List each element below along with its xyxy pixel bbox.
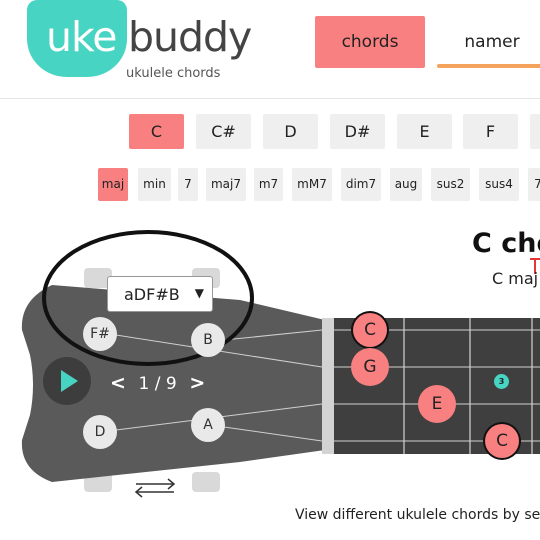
tuning-peg: [192, 472, 220, 492]
fret-note-fret3: C: [485, 424, 519, 458]
voicing-next-button[interactable]: >: [189, 372, 205, 394]
ukulele-diagram: [21, 230, 540, 492]
fret-note-fret2: E: [418, 385, 456, 423]
peg-note-top-right[interactable]: B: [191, 323, 225, 357]
description-text: View different ukulele chords by se: [295, 507, 540, 523]
fret-marker-dot: 3: [494, 374, 509, 389]
peg-note-bottom-right[interactable]: A: [191, 408, 225, 442]
tuning-dropdown[interactable]: aDF#B ▼: [107, 276, 213, 312]
play-button[interactable]: [43, 357, 91, 405]
voicing-navigation: < 1 / 9 >: [110, 372, 205, 394]
swap-icon[interactable]: [134, 478, 176, 498]
tuning-dropdown-value: aDF#B: [124, 285, 180, 304]
voicing-count: 1 / 9: [138, 374, 177, 394]
play-icon: [61, 370, 78, 392]
voicing-prev-button[interactable]: <: [110, 372, 126, 394]
nut: [322, 318, 334, 454]
peg-note-bottom-left[interactable]: D: [83, 415, 117, 449]
peg-note-top-left[interactable]: F#: [83, 317, 117, 351]
chevron-down-icon: ▼: [194, 286, 204, 300]
fret-note-open-a-string: C: [353, 313, 387, 347]
fret-note-open-e-string: G: [351, 348, 389, 386]
